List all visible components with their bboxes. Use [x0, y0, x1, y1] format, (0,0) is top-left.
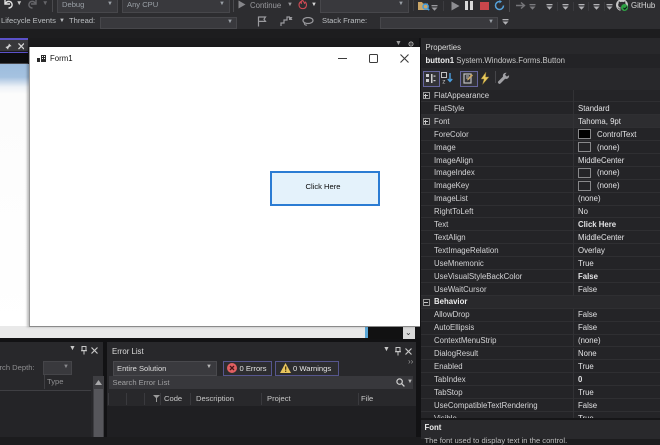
svg-text:z: z	[442, 79, 445, 85]
